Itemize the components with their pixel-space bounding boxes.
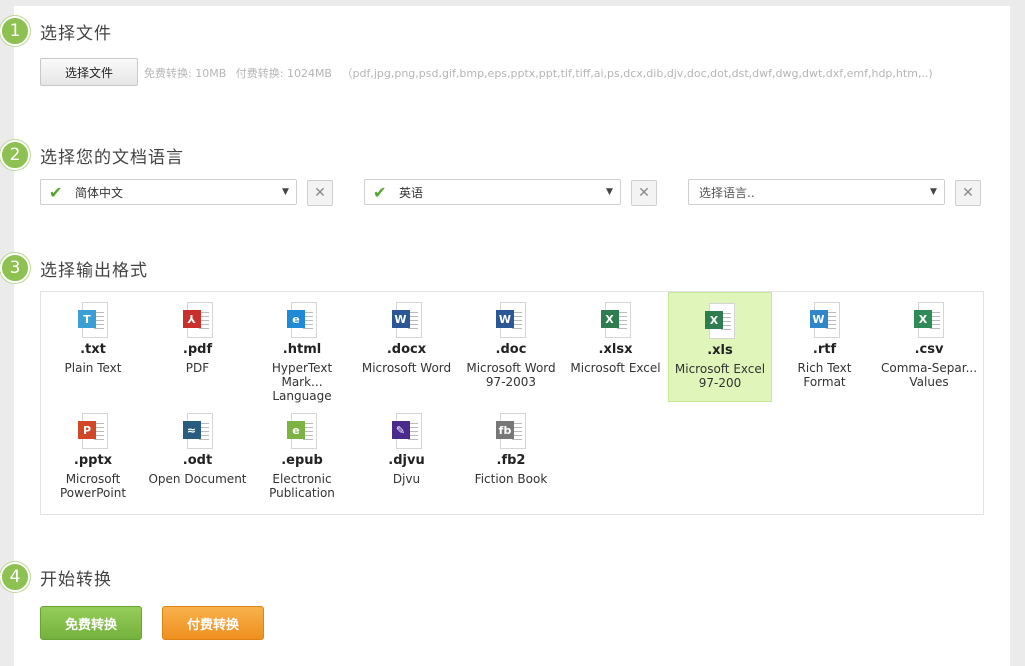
language-select-1[interactable]: ✔ 简体中文 ▼ <box>40 179 297 205</box>
language-value: 简体中文 <box>75 185 124 200</box>
pptx-file-icon: P <box>78 413 108 449</box>
csv-file-icon: X <box>914 302 944 338</box>
language-select-3[interactable]: 选择语言.. ▼ <box>688 179 945 205</box>
free-convert-button[interactable]: 免费转换 <box>40 606 142 640</box>
step-2-header: 2 选择您的文档语言 <box>0 140 184 170</box>
step-title: 选择您的文档语言 <box>40 147 184 168</box>
format-option-odt[interactable]: ≈ .odt Open Document <box>146 403 250 513</box>
check-icon: ✔ <box>49 182 63 202</box>
dropdown-arrow-icon: ▼ <box>606 187 613 197</box>
format-extension: .csv <box>914 342 944 357</box>
fb2-file-icon: fb <box>496 413 526 449</box>
format-description: Electronic Publication <box>269 472 335 500</box>
format-description: HyperText Mark... Language <box>271 361 333 403</box>
format-extension: .docx <box>386 342 427 357</box>
format-description: Microsoft Word 97-2003 <box>466 361 556 389</box>
doc-file-icon: W <box>496 302 526 338</box>
format-option-html[interactable]: e .html HyperText Mark... Language <box>250 292 354 403</box>
free-limit: 免费转换: 10MB <box>144 67 227 80</box>
clear-language-3-button[interactable]: ✕ <box>955 180 981 206</box>
format-description: Plain Text <box>64 361 122 375</box>
choose-file-button[interactable]: 选择文件 <box>40 58 138 86</box>
format-description: Fiction Book <box>474 472 548 486</box>
format-description: Djvu <box>392 472 421 486</box>
step-number: 4 <box>0 562 30 592</box>
converter-panel: 1 选择文件 选择文件 免费转换: 10MB 付费转换: 1024MB （pdf… <box>0 6 1010 666</box>
format-extension: .xlsx <box>598 342 633 357</box>
check-icon: ✔ <box>373 182 387 202</box>
language-placeholder: 选择语言.. <box>699 185 755 200</box>
step-title: 开始转换 <box>40 569 112 590</box>
format-description: PDF <box>185 361 210 375</box>
format-option-pdf[interactable]: ⅄ .pdf PDF <box>146 292 250 402</box>
format-extension: .fb2 <box>496 453 526 468</box>
output-format-grid: T .txt Plain Text ⅄ .pdf PDF e .html HyperText M… <box>40 291 984 515</box>
format-option-txt[interactable]: T .txt Plain Text <box>41 292 145 402</box>
clear-language-1-button[interactable]: ✕ <box>307 180 333 206</box>
step-title: 选择文件 <box>40 23 112 44</box>
format-extension: .pdf <box>182 342 213 357</box>
format-option-doc[interactable]: W .doc Microsoft Word 97-2003 <box>459 292 563 402</box>
language-value: 英语 <box>399 185 424 200</box>
format-description: Microsoft Word <box>361 361 452 375</box>
rtf-file-icon: W <box>809 302 840 338</box>
format-description: Microsoft Excel 97-200 <box>674 362 766 390</box>
format-extension: .pptx <box>73 453 113 468</box>
djvu-file-icon: ✎ <box>391 413 422 449</box>
paid-convert-button[interactable]: 付费转换 <box>162 606 264 640</box>
format-extension: .rtf <box>812 342 837 357</box>
pdf-file-icon: ⅄ <box>182 302 213 338</box>
format-option-epub[interactable]: e .epub Electronic Publication <box>250 403 354 513</box>
language-select-2[interactable]: ✔ 英语 ▼ <box>364 179 621 205</box>
odt-file-icon: ≈ <box>182 413 213 449</box>
step-title: 选择输出格式 <box>40 260 148 281</box>
format-description: Comma-Separ... Values <box>880 361 978 389</box>
format-description: Microsoft PowerPoint <box>59 472 127 500</box>
dropdown-arrow-icon: ▼ <box>282 187 289 197</box>
format-option-djvu[interactable]: ✎ .djvu Djvu <box>355 403 459 513</box>
format-option-pptx[interactable]: P .pptx Microsoft PowerPoint <box>41 403 145 513</box>
format-extension: .odt <box>182 453 213 468</box>
format-extension: .html <box>282 342 322 357</box>
format-option-xlsx[interactable]: X .xlsx Microsoft Excel <box>564 292 668 402</box>
epub-file-icon: e <box>287 413 317 449</box>
supported-formats: （pdf,jpg,png,psd,gif,bmp,eps,pptx,ppt,ti… <box>341 67 933 80</box>
format-option-xls[interactable]: X .xls Microsoft Excel 97-200 <box>668 292 772 402</box>
step-1-header: 1 选择文件 <box>0 16 112 46</box>
dropdown-arrow-icon: ▼ <box>930 187 937 197</box>
xlsx-file-icon: X <box>600 302 631 338</box>
format-option-docx[interactable]: W .docx Microsoft Word <box>355 292 459 402</box>
step-3-header: 3 选择输出格式 <box>0 253 148 283</box>
xls-file-icon: X <box>705 303 735 339</box>
format-extension: .txt <box>80 342 106 357</box>
step-number: 1 <box>0 16 30 46</box>
format-option-csv[interactable]: X .csv Comma-Separ... Values <box>877 292 981 402</box>
format-extension: .xls <box>707 343 733 358</box>
html-file-icon: e <box>287 302 317 338</box>
file-limits: 免费转换: 10MB 付费转换: 1024MB （pdf,jpg,png,psd… <box>144 65 939 81</box>
paid-limit: 付费转换: 1024MB <box>235 67 332 80</box>
format-extension: .epub <box>281 453 323 468</box>
format-option-fb2[interactable]: fb .fb2 Fiction Book <box>459 403 563 513</box>
format-description: Open Document <box>148 472 247 486</box>
clear-language-2-button[interactable]: ✕ <box>631 180 657 206</box>
format-description: Microsoft Excel <box>570 361 661 375</box>
format-description: Rich Text Format <box>797 361 852 389</box>
format-option-rtf[interactable]: W .rtf Rich Text Format <box>773 292 877 402</box>
step-number: 3 <box>0 253 30 283</box>
step-4-header: 4 开始转换 <box>0 562 112 592</box>
step-number: 2 <box>0 140 30 170</box>
format-extension: .doc <box>495 342 527 357</box>
format-extension: .djvu <box>388 453 425 468</box>
txt-file-icon: T <box>78 302 108 338</box>
docx-file-icon: W <box>391 302 422 338</box>
